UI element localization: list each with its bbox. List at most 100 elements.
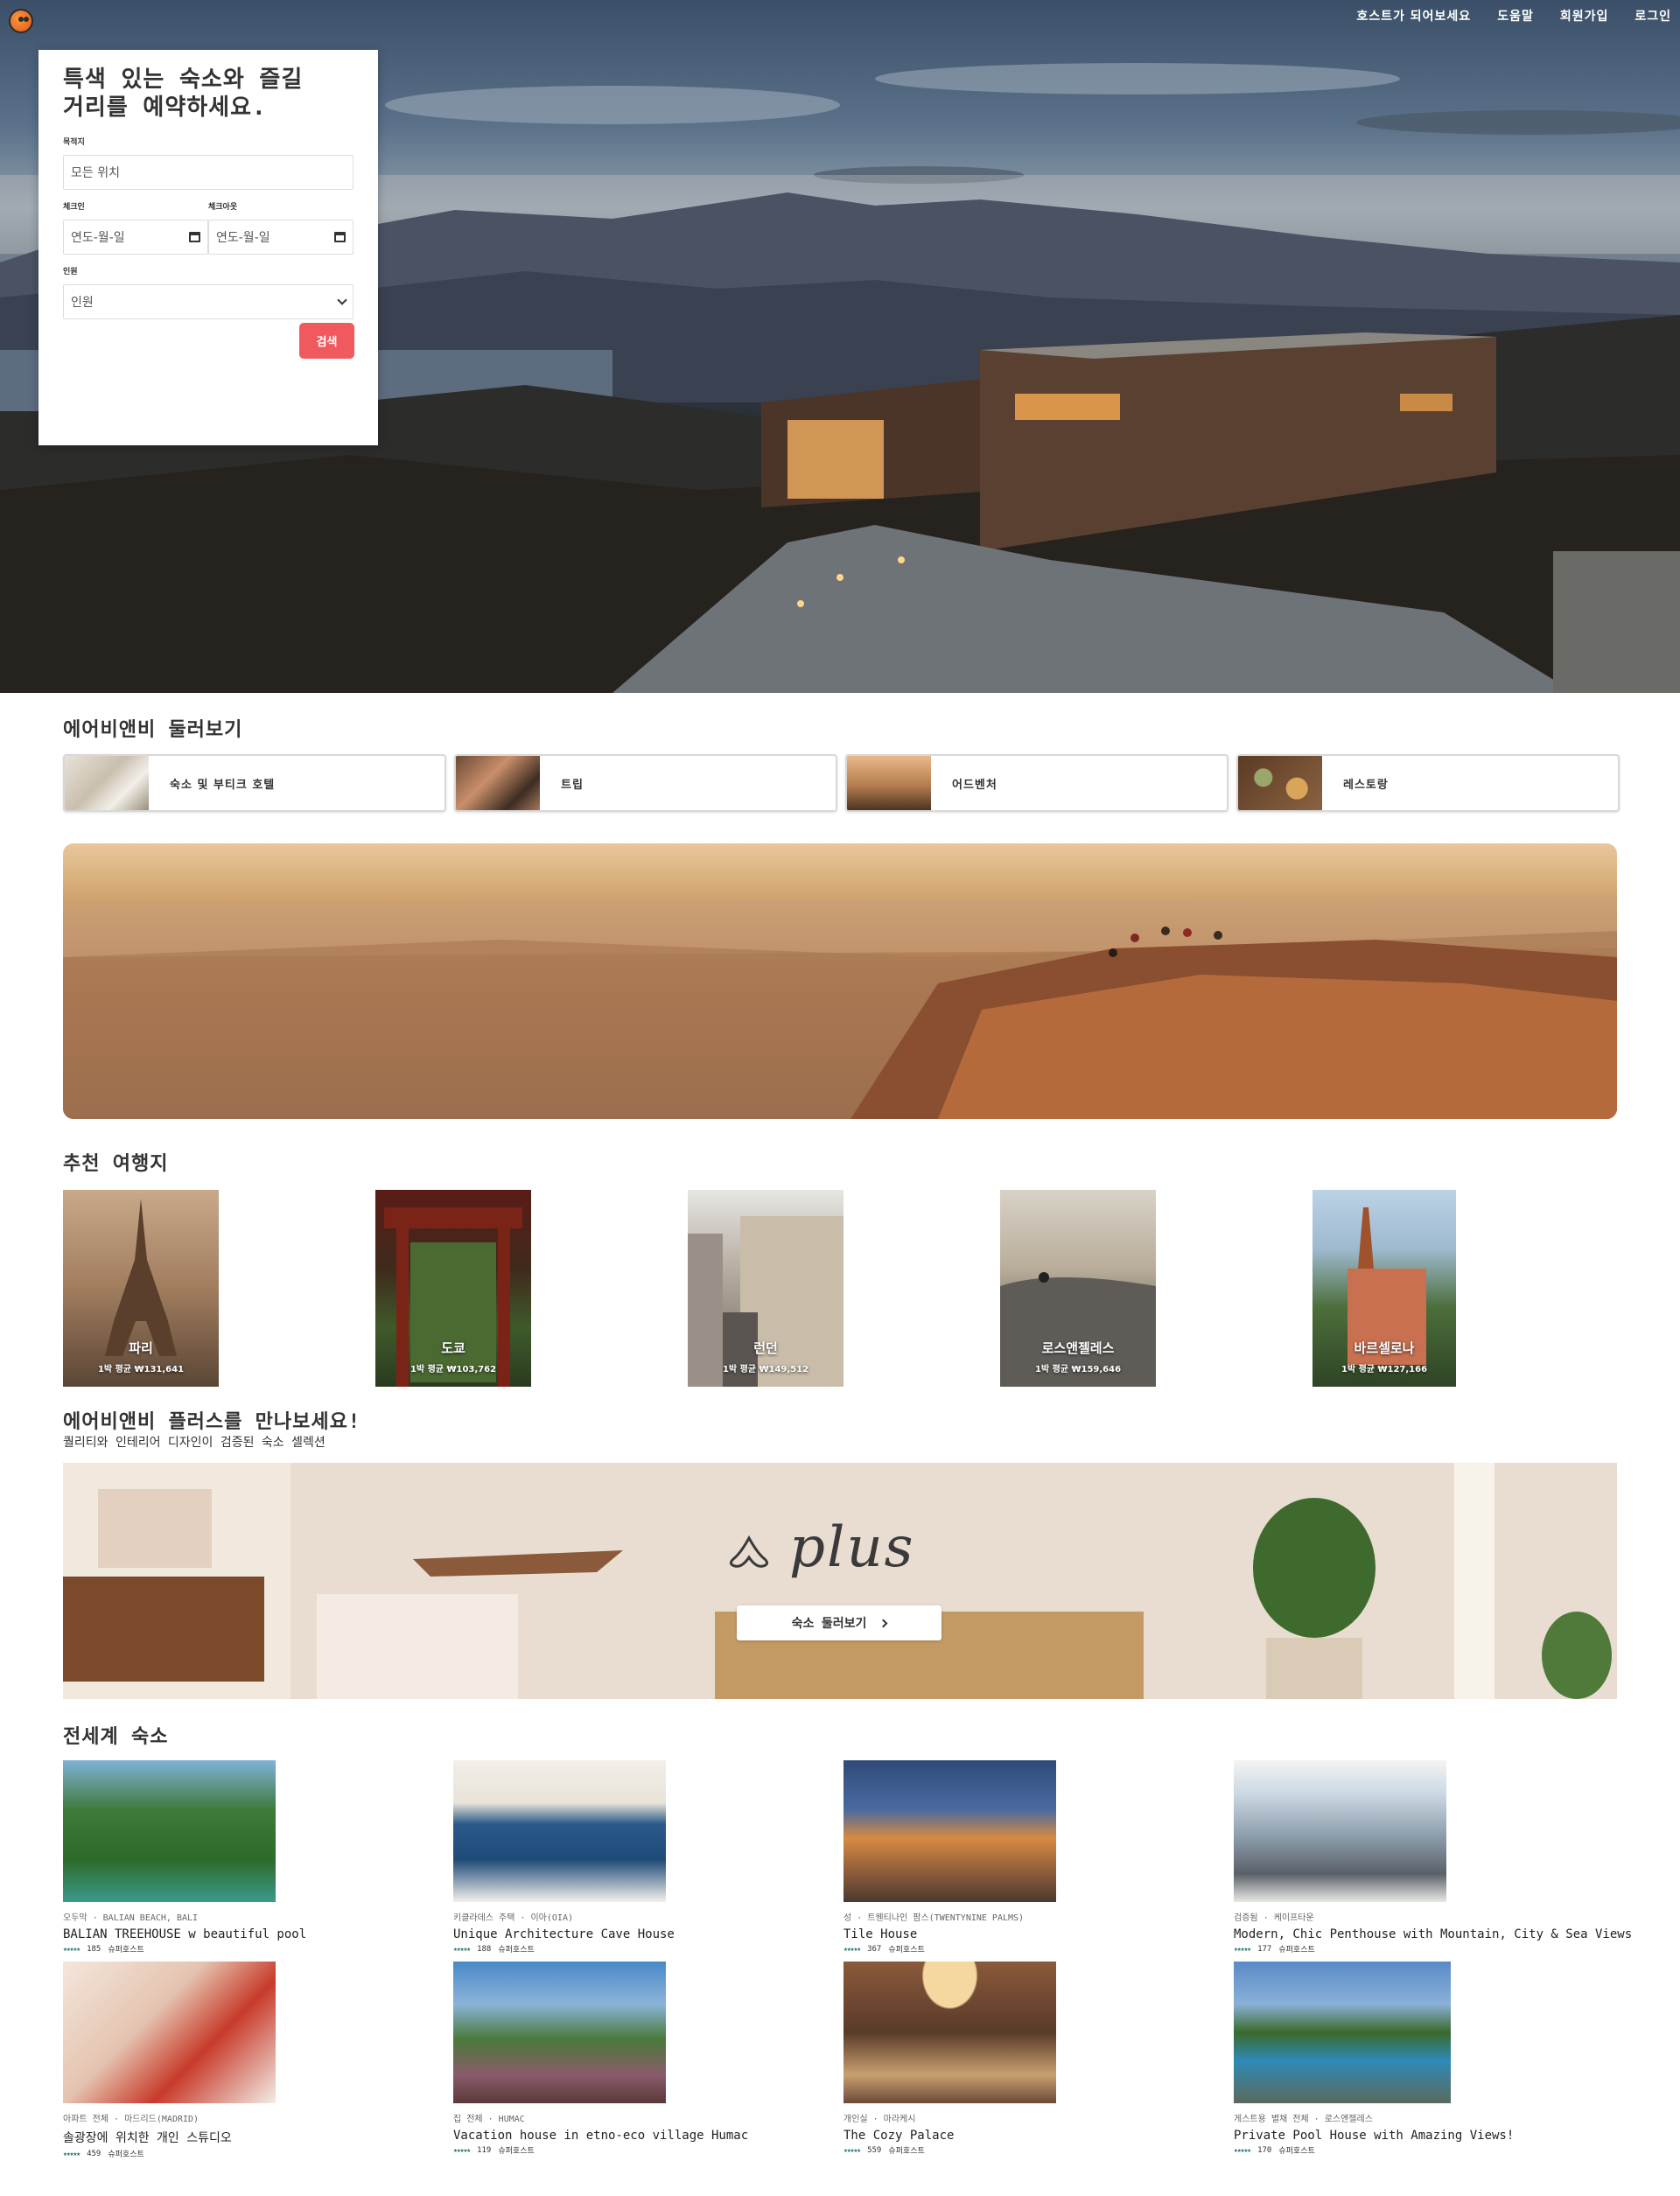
star-rating-icon: ★★★★★ xyxy=(63,1945,80,1953)
recommended-title: 추천 여행지 xyxy=(63,1153,169,1175)
search-card: 특색 있는 숙소와 즐길 거리를 예약하세요. 목적지 모든 위치 체크인 연도… xyxy=(38,50,378,445)
checkin-group: 체크인 연도-월-일 xyxy=(63,200,208,255)
listing-title[interactable]: Private Pool House with Amazing Views! xyxy=(1234,2129,1619,2143)
superhost-badge: 슈퍼호스트 xyxy=(1278,2147,1315,2156)
browse-stays-button[interactable]: 숙소 둘러보기 xyxy=(737,1605,942,1640)
listing-photo[interactable] xyxy=(1234,1760,1446,1902)
skatepark-image xyxy=(1000,1272,1156,1387)
destination-input[interactable]: 모든 위치 xyxy=(63,155,354,190)
review-count: 459 xyxy=(87,2149,102,2158)
nav-help[interactable]: 도움말 xyxy=(1497,7,1534,24)
checkout-group: 체크아웃 연도-월-일 xyxy=(208,200,354,255)
superhost-badge: 슈퍼호스트 xyxy=(108,2151,144,2159)
listing-card[interactable]: 검증됨 · 케이프타운 Modern, Chic Penthouse with … xyxy=(1234,1760,1632,1955)
category-trips[interactable]: 트립 xyxy=(454,754,837,812)
calendar-icon[interactable] xyxy=(334,232,346,242)
checkout-placeholder: 연도-월-일 xyxy=(216,231,270,245)
listing-card[interactable]: 성 · 트웬티나인 팜스(TWENTYNINE PALMS) Tile Hous… xyxy=(844,1760,1228,1955)
checkin-label: 체크인 xyxy=(63,203,85,212)
listing-photo[interactable] xyxy=(453,1962,666,2103)
category-stays[interactable]: 숙소 및 부티크 호텔 xyxy=(63,754,446,812)
category-restaurants[interactable]: 레스토랑 xyxy=(1236,754,1620,812)
temple-gate-image xyxy=(384,1207,522,1387)
search-button[interactable]: 검색 xyxy=(299,323,354,359)
search-title-line-2: 거리를 예약하세요. xyxy=(63,94,267,121)
chevron-right-icon xyxy=(878,1619,888,1627)
destination-price: 1박 평균 ₩131,641 xyxy=(97,1365,185,1374)
listing-photo[interactable] xyxy=(63,1962,276,2103)
listing-photo[interactable] xyxy=(844,1760,1056,1902)
plus-interior-image xyxy=(63,1463,1612,1699)
checkin-placeholder: 연도-월-일 xyxy=(71,231,125,245)
calendar-icon[interactable] xyxy=(189,232,200,242)
destination-card-paris[interactable]: 파리 1박 평균 ₩131,641 xyxy=(63,1190,219,1387)
listing-card[interactable]: 키클라데스 주택 · 이아(OIA) Unique Architecture C… xyxy=(453,1760,838,1955)
listing-title[interactable]: BALIAN TREEHOUSE w beautiful pool xyxy=(63,1927,448,1941)
destination-name: 로스앤젤레스 xyxy=(1041,1340,1115,1356)
destination-price: 1박 평균 ₩149,512 xyxy=(722,1365,809,1374)
destination-price: 1박 평균 ₩159,646 xyxy=(1034,1365,1122,1374)
category-thumbnail xyxy=(847,756,931,810)
listing-title[interactable]: The Cozy Palace xyxy=(844,2129,1228,2143)
star-rating-icon: ★★★★★ xyxy=(1234,2146,1251,2154)
destination-card-tokyo[interactable]: 도쿄 1박 평균 ₩103,762 xyxy=(375,1190,531,1387)
listing-card[interactable]: 오두막 · BALIAN BEACH, BALI BALIAN TREEHOUS… xyxy=(63,1760,448,1955)
checkout-label: 체크아웃 xyxy=(208,203,238,212)
listing-rating: ★★★★★ 170 슈퍼호스트 xyxy=(1234,2144,1619,2157)
listing-meta: 검증됨 · 케이프타운 xyxy=(1234,1913,1314,1923)
superhost-badge: 슈퍼호스트 xyxy=(498,1946,535,1955)
nav-signup[interactable]: 회원가입 xyxy=(1560,7,1609,24)
guests-value: 인원 xyxy=(71,296,94,310)
listing-card[interactable]: 게스트용 별채 전체 · 로스앤젤레스 Private Pool House w… xyxy=(1234,1962,1619,2156)
listing-photo[interactable] xyxy=(63,1760,276,1902)
listing-title[interactable]: Modern, Chic Penthouse with Mountain, Ci… xyxy=(1234,1927,1632,1941)
category-label: 레스토랑 xyxy=(1343,778,1389,792)
plus-banner[interactable]: plus 숙소 둘러보기 xyxy=(63,1463,1617,1699)
worldwide-title: 전세계 숙소 xyxy=(63,1726,169,1748)
star-rating-icon: ★★★★★ xyxy=(63,2150,80,2158)
destination-placeholder: 모든 위치 xyxy=(71,166,120,180)
browse-stays-label: 숙소 둘러보기 xyxy=(791,1617,867,1631)
nav-login[interactable]: 로그인 xyxy=(1634,7,1671,24)
category-thumbnail xyxy=(65,756,149,810)
listing-title[interactable]: Tile House xyxy=(844,1927,1228,1941)
superhost-badge: 슈퍼호스트 xyxy=(888,1946,925,1955)
star-rating-icon: ★★★★★ xyxy=(453,2146,471,2154)
guests-select[interactable]: 인원 xyxy=(63,284,354,319)
airbnb-logo-icon[interactable] xyxy=(9,9,33,33)
listing-rating: ★★★★★ 367 슈퍼호스트 xyxy=(844,1943,1228,1955)
category-label: 트립 xyxy=(561,778,584,792)
listing-title[interactable]: 솔광장에 위치한 개인 스튜디오 xyxy=(63,2129,448,2146)
listing-photo[interactable] xyxy=(1234,1962,1451,2103)
listing-title[interactable]: Unique Architecture Cave House xyxy=(453,1927,838,1941)
listing-meta: 아파트 전체 · 마드리드(MADRID) xyxy=(63,2115,200,2124)
category-adventure[interactable]: 어드벤처 xyxy=(845,754,1228,812)
review-count: 185 xyxy=(87,1944,102,1954)
destination-card-los-angeles[interactable]: 로스앤젤레스 1박 평균 ₩159,646 xyxy=(1000,1190,1156,1387)
destination-label: 목적지 xyxy=(63,138,85,147)
plus-title: 에어비앤비 플러스를 만나보세요! xyxy=(63,1411,361,1433)
adventure-banner-image[interactable] xyxy=(63,843,1617,1119)
star-rating-icon: ★★★★★ xyxy=(844,1945,861,1953)
listing-card[interactable]: 아파트 전체 · 마드리드(MADRID) 솔광장에 위치한 개인 스튜디오 ★… xyxy=(63,1962,448,2159)
nav-become-host[interactable]: 호스트가 되어보세요 xyxy=(1356,7,1471,24)
listing-card[interactable]: 집 전체 · HUMAC Vacation house in etno-eco … xyxy=(453,1962,838,2156)
listing-photo[interactable] xyxy=(844,1962,1056,2103)
checkout-input[interactable]: 연도-월-일 xyxy=(208,220,354,255)
superhost-badge: 슈퍼호스트 xyxy=(888,2147,925,2156)
review-count: 170 xyxy=(1257,2145,1272,2155)
explore-title: 에어비앤비 둘러보기 xyxy=(63,719,243,741)
destination-card-london[interactable]: 런던 1박 평균 ₩149,512 xyxy=(688,1190,844,1387)
category-thumbnail xyxy=(456,756,540,810)
listing-photo[interactable] xyxy=(453,1760,666,1902)
listing-card[interactable]: 개인실 · 마라케시 The Cozy Palace ★★★★★ 559 슈퍼호… xyxy=(844,1962,1228,2156)
destination-price: 1박 평균 ₩103,762 xyxy=(410,1365,497,1374)
listing-rating: ★★★★★ 185 슈퍼호스트 xyxy=(63,1943,448,1955)
destination-card-barcelona[interactable]: 바르셀로나 1박 평균 ₩127,166 xyxy=(1312,1190,1456,1387)
listing-rating: ★★★★★ 459 슈퍼호스트 xyxy=(63,2148,448,2160)
review-count: 177 xyxy=(1257,1944,1272,1954)
checkin-input[interactable]: 연도-월-일 xyxy=(63,220,208,255)
london-street-image xyxy=(688,1216,844,1387)
listing-title[interactable]: Vacation house in etno-eco village Humac xyxy=(453,2129,838,2143)
superhost-badge: 슈퍼호스트 xyxy=(1278,1946,1315,1955)
